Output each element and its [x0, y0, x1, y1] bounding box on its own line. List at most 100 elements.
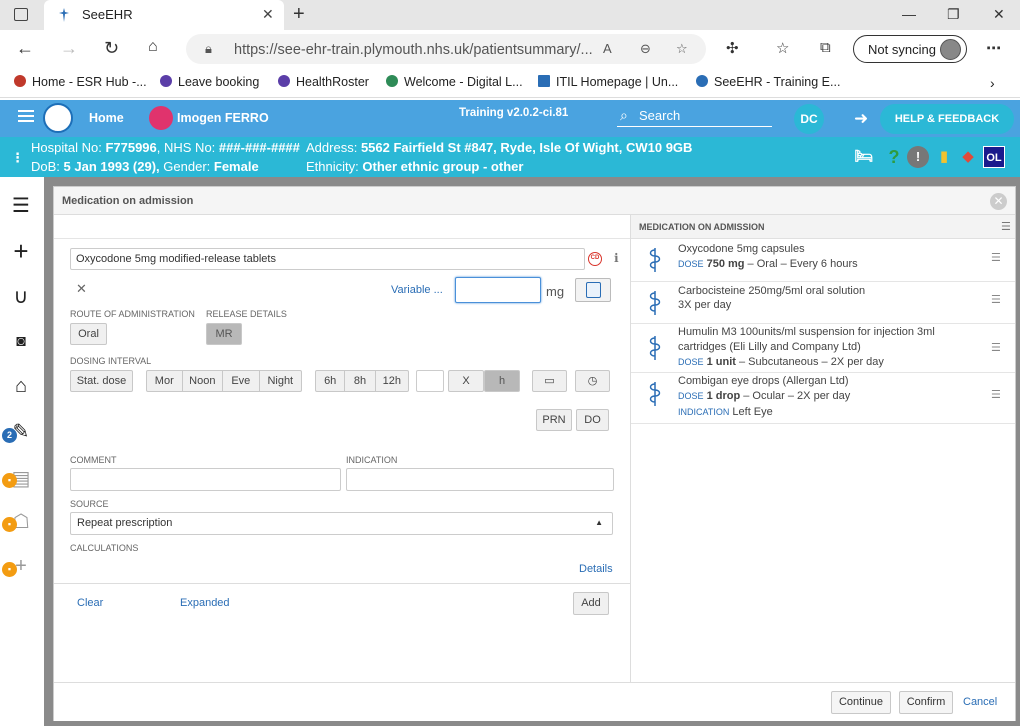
- dose-input[interactable]: [455, 277, 541, 303]
- item-menu-icon[interactable]: ☰: [991, 341, 1001, 354]
- more-icon[interactable]: ⋯: [986, 39, 1001, 57]
- browser-tab[interactable]: SeeEHR ✕: [44, 0, 284, 30]
- dose-key: DOSE: [678, 391, 704, 401]
- route-oral-button[interactable]: Oral: [70, 323, 107, 345]
- stethoscope-icon[interactable]: ∪: [9, 285, 33, 309]
- restore-icon[interactable]: ❐: [947, 6, 960, 23]
- list-item[interactable]: Oxycodone 5mg capsules DOSE 750 mg – Ora…: [631, 239, 1015, 282]
- list-menu-icon[interactable]: ☰: [1001, 220, 1011, 233]
- logout-icon[interactable]: ➜: [854, 109, 868, 129]
- favorites-icon[interactable]: ☆: [776, 39, 789, 57]
- 12h-button[interactable]: 12h: [376, 371, 408, 391]
- clipboard-icon[interactable]: ▮: [933, 146, 955, 168]
- schedule-button[interactable]: ◷: [575, 370, 610, 392]
- bookmarks-more-icon[interactable]: ›: [990, 75, 995, 91]
- do-button[interactable]: DO: [576, 409, 609, 431]
- comment-input[interactable]: [70, 468, 341, 491]
- 6h-button[interactable]: 6h: [316, 371, 346, 391]
- url-field[interactable]: 🔒︎ https://see-ehr-train.plymouth.nhs.uk…: [186, 34, 706, 64]
- custom-interval-input[interactable]: [416, 370, 444, 392]
- bookmark-esr[interactable]: Home - ESR Hub -...: [14, 75, 147, 89]
- bookmark-digital[interactable]: Welcome - Digital L...: [386, 75, 523, 89]
- item-menu-icon[interactable]: ☰: [991, 293, 1001, 306]
- source-select[interactable]: Repeat prescription ▲: [70, 512, 613, 535]
- bookmark-label: Leave booking: [178, 75, 260, 89]
- alert-icon[interactable]: !: [907, 146, 929, 168]
- cancel-link[interactable]: Cancel: [963, 696, 997, 708]
- source-value: Repeat prescription: [77, 517, 173, 529]
- question-icon[interactable]: ?: [883, 146, 905, 168]
- confirm-button[interactable]: Confirm: [899, 691, 953, 714]
- favorite-add-icon[interactable]: ☆: [676, 41, 688, 57]
- item-menu-icon[interactable]: ☰: [991, 388, 1001, 401]
- source-label: SOURCE: [70, 499, 109, 509]
- window-close-icon[interactable]: ✕: [993, 6, 1005, 23]
- home-link[interactable]: Home: [89, 111, 124, 125]
- bookmark-label: Home - ESR Hub -...: [32, 75, 147, 89]
- release-mr-button[interactable]: MR: [206, 323, 242, 345]
- info-icon[interactable]: ℹ: [614, 251, 619, 265]
- read-aloud-icon[interactable]: A: [603, 41, 612, 56]
- gender-label: Gender:: [163, 159, 211, 174]
- clear-link[interactable]: Clear: [77, 597, 103, 609]
- new-tab-icon[interactable]: +: [293, 3, 305, 26]
- zoom-icon[interactable]: ⊖: [640, 41, 651, 57]
- variable-dose-link[interactable]: Variable ...: [391, 284, 443, 296]
- bookmark-itil[interactable]: ITIL Homepage | Un...: [538, 75, 678, 89]
- 8h-button[interactable]: 8h: [345, 371, 376, 391]
- evening-button[interactable]: Eve: [223, 371, 260, 391]
- list-item[interactable]: Combigan eye drops (Allergan Ltd) DOSE 1…: [631, 373, 1015, 424]
- lock-icon: ▪: [2, 517, 17, 532]
- profile-sync-button[interactable]: Not syncing: [853, 35, 967, 63]
- list-icon[interactable]: ☰: [9, 194, 33, 218]
- minimize-icon[interactable]: —: [902, 6, 916, 22]
- ol-badge[interactable]: OL: [983, 146, 1005, 168]
- bookmark-seeehr[interactable]: SeeEHR - Training E...: [696, 75, 840, 89]
- help-feedback-button[interactable]: HELP & FEEDBACK: [880, 104, 1014, 134]
- tab-actions-icon[interactable]: [14, 8, 28, 21]
- bed-icon[interactable]: 🛏︎: [853, 146, 875, 168]
- refresh-icon[interactable]: ↻: [104, 38, 119, 59]
- bookmark-healthroster[interactable]: HealthRoster: [278, 75, 369, 89]
- morning-button[interactable]: Mor: [147, 371, 183, 391]
- camera-icon[interactable]: ◙: [9, 330, 33, 354]
- indication-input[interactable]: [346, 468, 614, 491]
- pill-icon[interactable]: ◆: [957, 146, 979, 168]
- list-item[interactable]: Humulin M3 100units/ml suspension for in…: [631, 324, 1015, 373]
- expanded-link[interactable]: Expanded: [180, 597, 230, 609]
- details-link[interactable]: Details: [579, 563, 613, 575]
- add-icon[interactable]: +: [9, 238, 33, 264]
- tab-close-icon[interactable]: ✕: [262, 6, 274, 23]
- forward-icon[interactable]: →: [60, 38, 78, 59]
- seeehr-logo[interactable]: [43, 103, 73, 133]
- patient-name[interactable]: Imogen FERRO: [177, 111, 269, 125]
- continue-button[interactable]: Continue: [831, 691, 891, 714]
- banner-ethnicity: Ethnicity: Other ethnic group - other: [306, 159, 523, 174]
- noon-button[interactable]: Noon: [183, 371, 224, 391]
- calculator-button[interactable]: [575, 278, 611, 302]
- clear-drug-icon[interactable]: ✕: [76, 281, 87, 297]
- home-icon[interactable]: ⌂: [148, 38, 158, 56]
- search-input[interactable]: ⌕ Search: [617, 105, 772, 127]
- hour-interval-group: 6h 8h 12h: [315, 370, 409, 392]
- add-button[interactable]: Add: [573, 592, 609, 615]
- house-medical-icon[interactable]: ⌂: [9, 374, 33, 398]
- training-version: Training v2.0.2-ci.81: [459, 107, 569, 119]
- bookmark-leave[interactable]: Leave booking: [160, 75, 259, 89]
- list-item[interactable]: Carbocisteine 250mg/5ml oral solution 3X…: [631, 282, 1015, 324]
- banner-more-icon[interactable]: ⋮: [11, 150, 24, 166]
- x-times-button[interactable]: X: [448, 370, 484, 392]
- item-menu-icon[interactable]: ☰: [991, 251, 1001, 264]
- drug-search-input[interactable]: [70, 248, 585, 270]
- stat-dose-button[interactable]: Stat. dose: [70, 370, 133, 392]
- night-button[interactable]: Night: [260, 371, 301, 391]
- menu-icon[interactable]: [18, 110, 34, 122]
- modal-close-icon[interactable]: ✕: [990, 193, 1007, 210]
- hours-unit-button[interactable]: h: [484, 370, 520, 392]
- user-avatar[interactable]: DC: [794, 104, 824, 134]
- collections-icon[interactable]: ⧉: [820, 39, 831, 56]
- back-icon[interactable]: ←: [16, 38, 34, 59]
- extensions-icon[interactable]: ✣: [726, 39, 739, 57]
- prn-button[interactable]: PRN: [536, 409, 572, 431]
- calendar-button[interactable]: ▭: [532, 370, 567, 392]
